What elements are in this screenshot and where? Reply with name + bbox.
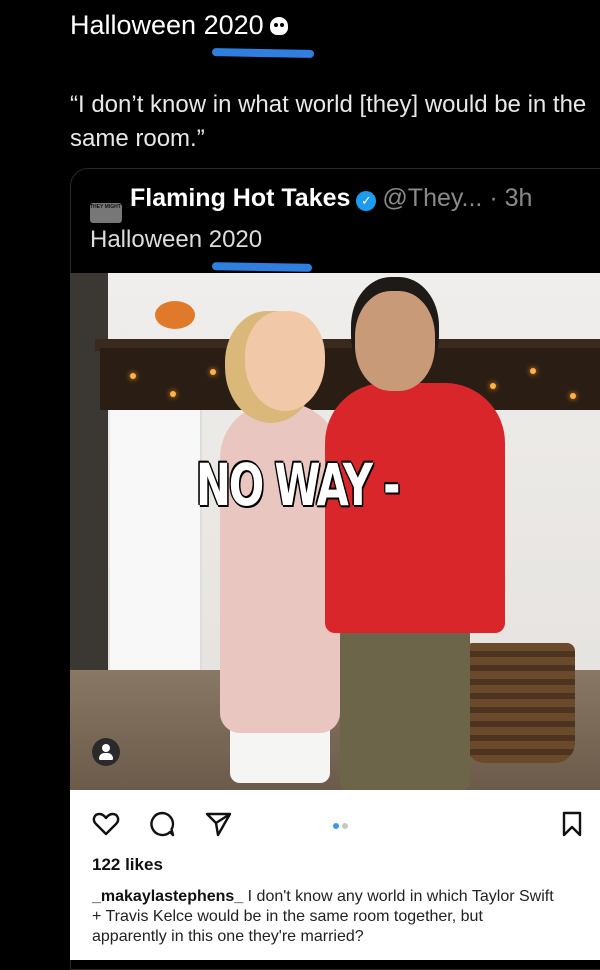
carousel-dots	[333, 816, 351, 834]
highlight-underline-2	[211, 262, 313, 272]
photo-basket	[465, 643, 575, 763]
tweet-title-text: Halloween 2020	[70, 10, 264, 40]
account-avatar[interactable]: THEY MIGHTY CREW	[90, 203, 141, 223]
person-right-head	[355, 291, 435, 391]
tweet-time: · 3h	[489, 184, 533, 212]
comment-icon[interactable]	[148, 810, 176, 838]
fireplace	[110, 410, 202, 680]
highlight-underline	[211, 48, 315, 58]
post-photo[interactable]: NO WAY -	[70, 273, 600, 790]
heart-icon[interactable]	[92, 810, 120, 838]
account-name[interactable]: Flaming Hot Takes	[130, 184, 350, 212]
bookmark-icon[interactable]	[558, 810, 586, 838]
tweet-title: Halloween 2020	[70, 10, 288, 41]
tweet-quote-text: “I don’t know in what world [they] would…	[70, 91, 587, 152]
quoted-tweet-text: Halloween 2020	[90, 226, 263, 253]
person-right-legs	[340, 623, 470, 790]
likes-count[interactable]: 122 likes	[92, 855, 163, 875]
meme-overlay-text: NO WAY -	[196, 451, 400, 519]
post-caption: _makaylastephens_ I don't know any world…	[92, 887, 562, 947]
person-left-head	[245, 311, 325, 411]
share-icon[interactable]	[204, 810, 232, 838]
carousel-dot-active	[333, 823, 339, 829]
tagged-user-icon[interactable]	[92, 738, 120, 766]
carousel-dot	[342, 823, 348, 829]
account-handle[interactable]: @They...	[382, 184, 482, 212]
caption-username[interactable]: _makaylastephens_	[92, 888, 243, 905]
quoted-tweet-header: THEY MIGHTY CREWFlaming Hot Takes ✓ @They.…	[90, 184, 532, 223]
photo-pumpkin	[155, 301, 195, 329]
skull-icon	[269, 17, 288, 35]
verified-badge-icon: ✓	[356, 191, 377, 211]
